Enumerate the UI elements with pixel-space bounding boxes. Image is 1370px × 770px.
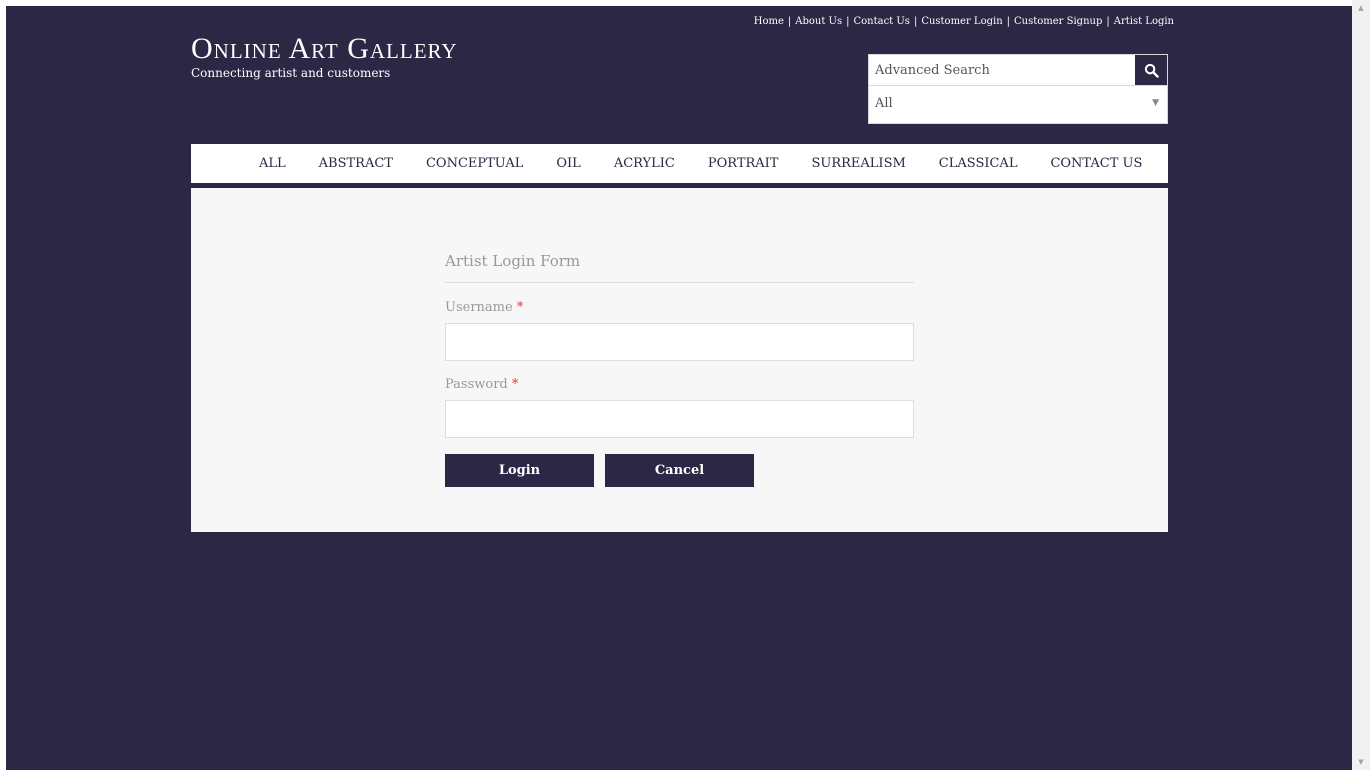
top-link-customer-login[interactable]: Customer Login [921, 16, 1002, 27]
required-mark: * [516, 300, 524, 315]
username-field[interactable] [445, 323, 914, 361]
password-label: Password * [445, 377, 518, 392]
nav-item-surrealism[interactable]: SURREALISM [811, 156, 905, 171]
search-button[interactable] [1135, 55, 1167, 85]
chevron-down-icon: ▼ [1152, 98, 1159, 108]
browser-top-edge [0, 0, 1370, 6]
scroll-up-icon[interactable]: ▲ [1352, 0, 1370, 16]
nav-item-classical[interactable]: CLASSICAL [939, 156, 1018, 171]
category-select[interactable]: All ▼ [868, 85, 1168, 124]
top-link-about-us[interactable]: About Us [795, 16, 842, 27]
page-background: Home | About Us | Contact Us | Customer Login |… [6, 6, 1352, 770]
top-links: Home | About Us | Contact Us | Customer Login |… [753, 16, 1174, 27]
top-link-customer-signup[interactable]: Customer Signup [1014, 16, 1102, 27]
nav-item-conceptual[interactable]: CONCEPTUAL [426, 156, 523, 171]
nav-item-portrait[interactable]: PORTRAIT [708, 156, 779, 171]
nav-item-contact-us[interactable]: CONTACT US [1050, 156, 1142, 171]
top-link-contact-us[interactable]: Contact Us [853, 16, 909, 27]
login-panel: Artist Login Form Username * Password * … [191, 188, 1168, 532]
nav-item-acrylic[interactable]: ACRYLIC [614, 156, 675, 171]
search-bar [868, 54, 1168, 86]
nav-item-abstract[interactable]: ABSTRACT [319, 156, 393, 171]
username-label: Username * [445, 300, 523, 315]
top-link-home[interactable]: Home [754, 16, 784, 27]
form-title: Artist Login Form [445, 252, 914, 283]
advanced-search-input[interactable] [869, 55, 1135, 85]
password-field[interactable] [445, 400, 914, 438]
scroll-down-icon[interactable]: ▼ [1352, 754, 1370, 770]
login-button[interactable]: Login [445, 454, 594, 487]
required-mark: * [511, 377, 519, 392]
password-label-text: Password [445, 377, 508, 392]
cancel-button[interactable]: Cancel [605, 454, 754, 487]
site-tagline: Connecting artist and customers [191, 66, 391, 80]
vertical-scrollbar[interactable]: ▲ ▼ [1352, 0, 1370, 770]
top-link-artist-login[interactable]: Artist Login [1114, 16, 1174, 27]
nav-item-oil[interactable]: OIL [556, 156, 580, 171]
category-nav: ALL ABSTRACT CONCEPTUAL OIL ACRYLIC PORT… [191, 144, 1168, 183]
search-icon [1144, 63, 1159, 78]
site-title[interactable]: Online Art Gallery [191, 32, 458, 66]
category-select-value: All [875, 96, 893, 111]
username-label-text: Username [445, 300, 513, 315]
nav-item-all[interactable]: ALL [259, 156, 286, 171]
